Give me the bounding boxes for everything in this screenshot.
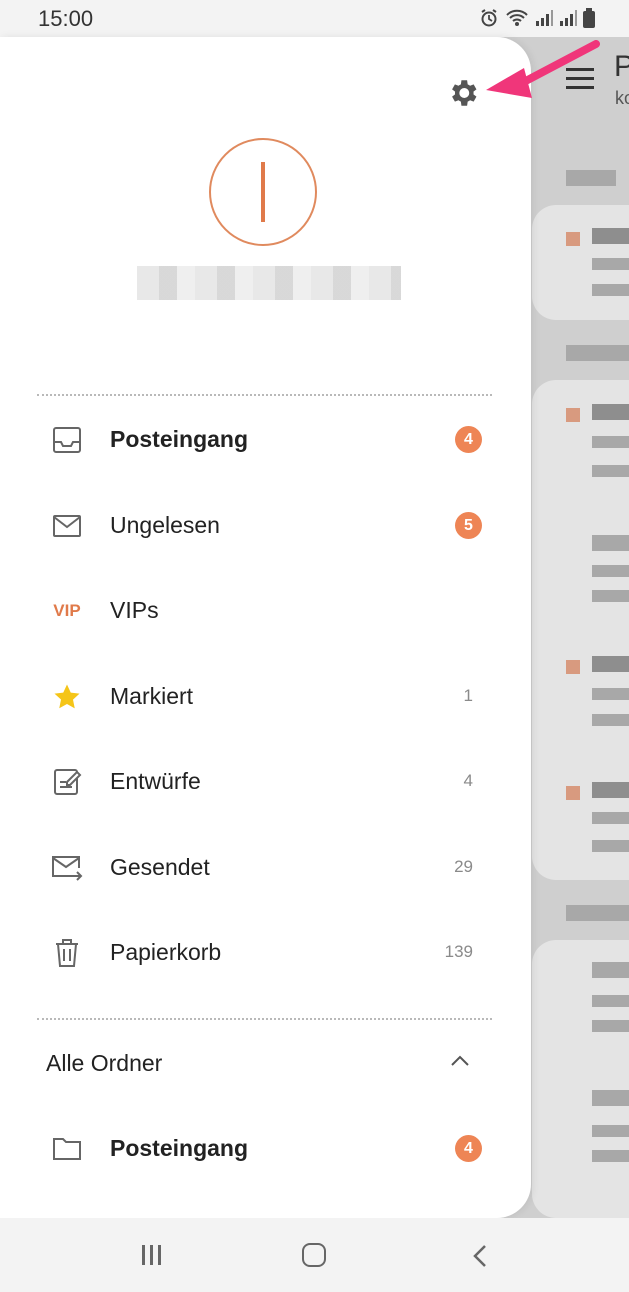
home-icon[interactable] [302,1243,326,1267]
all-folders-header[interactable]: Alle Ordner [0,1028,531,1098]
unread-badge: 4 [455,426,482,453]
trash-icon [50,936,84,970]
blurred-text [592,258,629,270]
unread-badge: 5 [455,512,482,539]
envelope-icon [50,509,84,543]
menu-label: Gesendet [110,854,210,880]
avatar[interactable] [209,138,317,246]
blurred-text [566,905,629,921]
draft-icon [50,765,84,799]
blurred-text [592,228,629,244]
blurred-text [592,962,629,978]
menu-item-posteingang[interactable]: Posteingang 4 [0,398,531,484]
navigation-drawer: Posteingang 4 Ungelesen 5 VIP VIPs Marki… [0,37,531,1218]
blurred-text [592,1090,629,1106]
menu-item-papierkorb[interactable]: Papierkorb 139 [0,911,531,997]
menu-label: Entwürfe [110,768,201,794]
divider [37,394,492,396]
menu-label: Markiert [110,683,194,709]
menu-label: Papierkorb [110,939,222,965]
folder-item-posteingang[interactable]: Posteingang 4 [0,1107,531,1193]
status-icons [479,8,595,33]
menu-label: Posteingang [110,426,249,452]
menu-item-markiert[interactable]: Markiert 1 [0,655,531,741]
vip-icon-text: VIP [53,601,81,620]
blurred-text [592,1020,629,1032]
menu-item-ungelesen[interactable]: Ungelesen 5 [0,484,531,570]
blurred-text [592,565,629,577]
blurred-text [592,465,629,477]
annotation-arrow-icon [486,40,600,98]
blurred-text [592,812,629,824]
mail-card [532,940,629,1218]
unread-marker [566,786,580,800]
menu-item-gesendet[interactable]: Gesendet 29 [0,826,531,912]
menu-label: Ungelesen [110,512,220,538]
background-title: P [614,50,629,83]
item-count: 1 [463,686,473,705]
account-name-blurred [137,266,401,300]
blurred-text [566,345,629,361]
settings-gear-icon[interactable] [446,76,480,110]
menu-label: VIPs [110,597,159,623]
all-folders-title: Alle Ordner [46,1050,163,1076]
battery-icon [583,8,595,33]
avatar-initial [261,162,265,222]
blurred-text [592,995,629,1007]
signal-icon [535,9,553,32]
back-icon[interactable] [470,1244,490,1268]
wifi-icon [505,8,529,33]
vip-icon: VIP [50,594,84,628]
divider [37,1018,492,1020]
blurred-text [592,404,629,420]
blurred-text [592,656,629,672]
star-icon [50,680,84,714]
menu-item-entwuerfe[interactable]: Entwürfe 4 [0,740,531,826]
blurred-text [592,436,629,448]
sent-icon [50,851,84,885]
signal-icon-2 [559,9,577,32]
item-count: 29 [454,857,473,876]
blurred-text [592,840,629,852]
blurred-text [592,714,629,726]
unread-marker [566,408,580,422]
blurred-text [592,782,629,798]
unread-badge: 4 [455,1135,482,1162]
status-bar: 15:00 [0,0,629,37]
folder-icon [50,1132,84,1166]
folder-label: Posteingang [110,1135,249,1161]
status-time: 15:00 [38,6,94,31]
system-navigation-bar [0,1218,629,1292]
background-subtitle: ko [615,88,629,108]
blurred-text [592,284,629,296]
unread-marker [566,660,580,674]
item-count: 4 [463,771,473,790]
blurred-text [592,535,629,551]
inbox-icon [50,423,84,457]
blurred-text [592,688,629,700]
blurred-text [566,170,616,186]
mail-card [532,380,629,880]
recents-icon[interactable] [139,1244,165,1266]
blurred-text [592,1125,629,1137]
item-count: 139 [444,942,473,961]
blurred-text [592,1150,629,1162]
unread-marker [566,232,580,246]
menu-item-vips[interactable]: VIP VIPs [0,569,531,655]
blurred-text [592,590,629,602]
chevron-up-icon[interactable] [449,1050,471,1072]
alarm-icon [479,8,499,33]
